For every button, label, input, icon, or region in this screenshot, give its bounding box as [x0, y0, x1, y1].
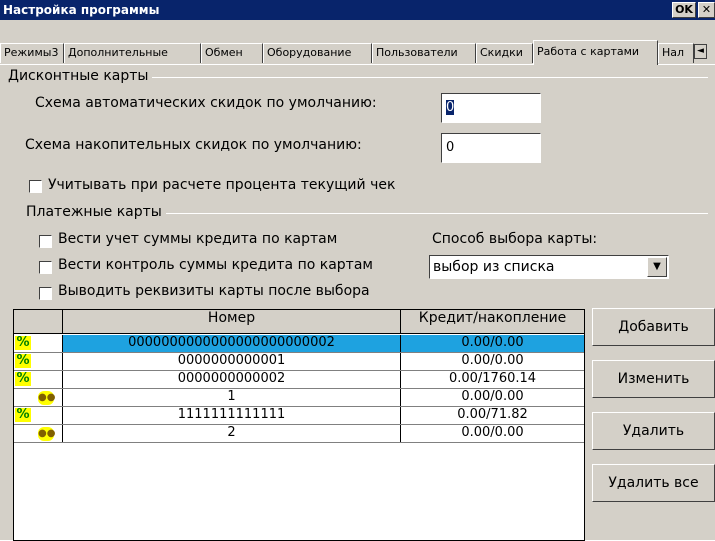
- table-header: Номер Кредит/накопление: [14, 310, 584, 334]
- arrow-left-icon: ◄: [697, 46, 704, 56]
- row-credit: 0.00/0.00: [461, 389, 524, 404]
- percent-icon: %: [15, 407, 31, 422]
- close-button[interactable]: ✕: [698, 2, 715, 18]
- tab-users[interactable]: Пользователи: [372, 43, 476, 63]
- table-row[interactable]: ●● 1 0.00/0.00: [14, 389, 584, 407]
- row-credit: 0.00/0.00: [461, 425, 524, 440]
- selection-method-dropdown[interactable]: выбор из списка ▼: [429, 255, 669, 279]
- consider-current-check-label: Учитывать при расчете процента текущий ч…: [48, 177, 396, 193]
- track-credit-label: Вести учет суммы кредита по картам: [58, 231, 338, 247]
- show-details-label: Выводить реквизиты карты после выбора: [58, 283, 370, 299]
- header-number[interactable]: Номер: [63, 310, 401, 334]
- auto-scheme-input[interactable]: 0: [441, 93, 541, 123]
- row-number: 1111111111111: [63, 407, 401, 424]
- row-credit: 0.00/1760.14: [448, 371, 537, 386]
- tab-equipment[interactable]: Оборудование: [263, 43, 372, 63]
- tab-nal[interactable]: Нал: [658, 43, 694, 63]
- header-credit[interactable]: Кредит/накопление: [401, 310, 584, 334]
- tab-modes3[interactable]: Режимы3: [0, 43, 64, 63]
- row-credit: 0.00/0.00: [401, 335, 584, 352]
- auto-scheme-label: Схема автоматических скидок по умолчанию…: [35, 95, 377, 111]
- row-credit: 0.00/71.82: [457, 407, 528, 422]
- row-number: 0000000000002: [63, 371, 401, 388]
- ok-button[interactable]: OK: [672, 2, 696, 18]
- tab-strip: Режимы3 Дополнительные Обмен Оборудовани…: [0, 20, 715, 65]
- row-number: 0000000000001: [63, 353, 401, 370]
- coins-icon: ●●: [38, 391, 56, 405]
- table-row[interactable]: % 0000000000000000000000002 0.00/0.00: [14, 335, 584, 353]
- show-details-checkbox[interactable]: [39, 287, 52, 300]
- selection-method-label: Способ выбора карты:: [432, 231, 598, 247]
- track-credit-checkbox[interactable]: [39, 235, 52, 248]
- tab-discounts[interactable]: Скидки: [476, 43, 533, 63]
- cards-table[interactable]: Номер Кредит/накопление % 00000000000000…: [13, 309, 585, 541]
- tab-scroll-left-button[interactable]: ◄: [694, 44, 707, 59]
- delete-button[interactable]: Удалить: [592, 412, 715, 450]
- delete-all-button[interactable]: Удалить все: [592, 464, 715, 502]
- selection-method-value: выбор из списка: [433, 259, 555, 275]
- cumulative-scheme-value: 0: [446, 140, 455, 155]
- chevron-down-icon[interactable]: ▼: [647, 257, 667, 277]
- add-button[interactable]: Добавить: [592, 308, 715, 346]
- window-titlebar: Настройка программы: [0, 0, 715, 20]
- tab-exchange[interactable]: Обмен: [201, 43, 263, 63]
- control-credit-checkbox[interactable]: [39, 261, 52, 274]
- row-credit: 0.00/0.00: [461, 353, 524, 368]
- cumulative-scheme-input[interactable]: 0: [441, 133, 541, 163]
- consider-current-check-checkbox[interactable]: [29, 180, 42, 193]
- row-number: 0000000000000000000000002: [63, 335, 401, 352]
- tab-additional[interactable]: Дополнительные: [64, 43, 201, 63]
- table-row[interactable]: % 1111111111111 0.00/71.82: [14, 407, 584, 425]
- edit-button[interactable]: Изменить: [592, 360, 715, 398]
- table-row[interactable]: ●● 2 0.00/0.00: [14, 425, 584, 443]
- discount-group-label: Дисконтные карты: [8, 68, 153, 84]
- header-icon-column: [14, 310, 63, 334]
- payment-group-label: Платежные карты: [8, 204, 166, 220]
- control-credit-label: Вести контроль суммы кредита по картам: [58, 257, 373, 273]
- coins-icon: ●●: [38, 427, 56, 441]
- percent-icon: %: [15, 353, 31, 368]
- settings-panel: Дисконтные карты Схема автоматических ск…: [0, 64, 715, 541]
- auto-scheme-value: 0: [446, 100, 455, 115]
- window-title: Настройка программы: [3, 3, 160, 17]
- tab-card-work[interactable]: Работа с картами: [533, 40, 658, 65]
- percent-icon: %: [15, 371, 31, 386]
- table-row[interactable]: % 0000000000002 0.00/1760.14: [14, 371, 584, 389]
- percent-icon: %: [15, 335, 31, 350]
- table-row[interactable]: % 0000000000001 0.00/0.00: [14, 353, 584, 371]
- cumulative-scheme-label: Схема накопительных скидок по умолчанию:: [25, 137, 362, 153]
- close-icon: ✕: [701, 3, 712, 16]
- row-number: 2: [63, 425, 401, 442]
- row-number: 1: [63, 389, 401, 406]
